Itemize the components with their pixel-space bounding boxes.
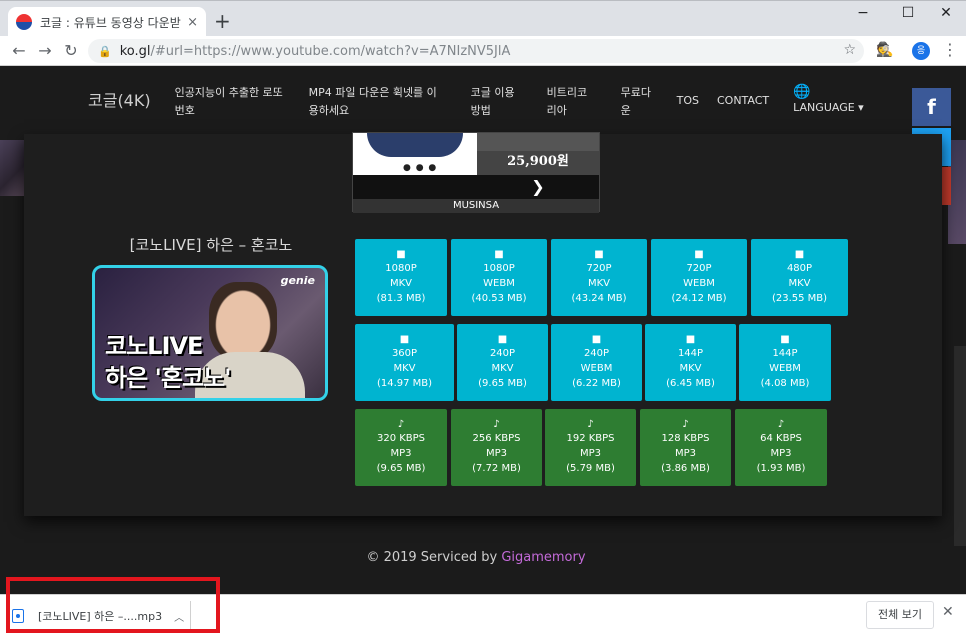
- web-page: 코글(4K) 인공지능이 추출한 로또 번호 MP4 파일 다운은 휙넷를 이용…: [0, 66, 966, 594]
- download-button-240p-webm[interactable]: ■ 240P WEBM (6.22 MB): [551, 324, 642, 401]
- tab-title: 코글 : 유튜브 동영상 다운받는법: [40, 15, 181, 30]
- download-button-720p-mkv[interactable]: ■ 720P MKV (43.24 MB): [551, 239, 647, 316]
- language-label: LANGUAGE ▾: [793, 101, 864, 114]
- thumb-caption-line2: 하은 '혼코노': [105, 364, 231, 392]
- minimize-button[interactable]: −: [848, 5, 878, 21]
- download-button-1080p-mkv[interactable]: ■ 1080P MKV (81.3 MB): [355, 239, 447, 316]
- video-camera-icon: ■: [396, 249, 406, 260]
- tab-strip: 코글 : 유튜브 동영상 다운받는법 × + − ☐ ✕: [0, 0, 966, 37]
- profile-avatar[interactable]: 응: [912, 42, 930, 60]
- shirt-image: [367, 133, 463, 157]
- globe-icon: 🌐: [793, 84, 811, 100]
- download-button-144p-webm[interactable]: ■ 144P WEBM (4.08 MB): [739, 324, 831, 401]
- music-note-icon: ♪: [493, 419, 500, 430]
- menu-kebab-icon[interactable]: ⋮: [942, 40, 958, 59]
- nav-tos[interactable]: TOS: [677, 84, 699, 118]
- video-camera-icon: ■: [594, 249, 604, 260]
- download-button-64kbps-mp3[interactable]: ♪ 64 KBPS MP3 (1.93 MB): [735, 409, 827, 486]
- nav-free-download[interactable]: 무료다운: [621, 84, 653, 120]
- video-camera-icon: ■: [497, 334, 508, 345]
- download-button-1080p-webm[interactable]: ■ 1080P WEBM (40.53 MB): [451, 239, 547, 316]
- download-button-320kbps-mp3[interactable]: ♪ 320 KBPS MP3 (9.65 MB): [355, 409, 447, 486]
- download-button-128kbps-mp3[interactable]: ♪ 128 KBPS MP3 (3.86 MB): [640, 409, 731, 486]
- video-camera-icon: ■: [794, 249, 805, 260]
- ad-price: 25,900원: [507, 154, 569, 169]
- forward-arrow-icon[interactable]: →: [32, 41, 58, 60]
- maximize-button[interactable]: ☐: [893, 5, 923, 21]
- nav-lotto[interactable]: 인공지능이 추출한 로또 번호: [175, 84, 285, 120]
- musinsa-ad[interactable]: ● ● ● 25,900원 ❯ MUSINSA: [352, 132, 600, 213]
- music-note-icon: ♪: [777, 419, 785, 430]
- korea-flag-favicon-icon: [16, 14, 32, 30]
- download-button-192kbps-mp3[interactable]: ♪ 192 KBPS MP3 (5.79 MB): [545, 409, 636, 486]
- music-note-icon: ♪: [587, 419, 594, 430]
- video-camera-icon: ■: [780, 334, 790, 345]
- show-all-downloads-button[interactable]: 전체 보기: [866, 601, 934, 629]
- site-navbar: 코글(4K) 인공지능이 추출한 로또 번호 MP4 파일 다운은 휙넷를 이용…: [88, 84, 868, 124]
- url-host: ko.gl: [119, 43, 151, 59]
- video-thumbnail[interactable]: genie 코노LIVE 하은 '혼코노': [92, 265, 328, 401]
- nav-contact[interactable]: CONTACT: [717, 84, 769, 118]
- video-camera-icon: ■: [591, 334, 602, 345]
- ad-product-price-box[interactable]: 25,900원: [477, 133, 599, 175]
- video-camera-icon: ■: [685, 334, 696, 345]
- new-tab-button[interactable]: +: [214, 10, 231, 32]
- nav-bitrikorea[interactable]: 비트리코리아: [547, 84, 597, 120]
- download-button-144p-mkv[interactable]: ■ 144P MKV (6.45 MB): [645, 324, 736, 401]
- language-dropdown[interactable]: 🌐 LANGUAGE ▾: [793, 84, 864, 116]
- ad-product-image[interactable]: ● ● ●: [353, 133, 477, 175]
- incognito-extension-icon[interactable]: 🕵: [876, 42, 893, 58]
- singer-face: [209, 282, 277, 360]
- music-note-icon: ♪: [682, 419, 689, 430]
- bookmark-star-icon[interactable]: ☆: [843, 42, 856, 58]
- video-camera-icon: ■: [494, 249, 504, 260]
- nav-how-to-use[interactable]: 코글 이용 방법: [471, 84, 523, 120]
- background-image-left: [0, 140, 26, 196]
- download-button-720p-webm[interactable]: ■ 720P WEBM (24.12 MB): [651, 239, 747, 316]
- gigamemory-link[interactable]: Gigamemory: [501, 550, 585, 565]
- url-path: /#url=https://www.youtube.com/watch?v=A7…: [150, 43, 511, 59]
- highlight-box: [6, 577, 220, 633]
- video-title: [코노LIVE] 하은 – 혼코노: [129, 236, 293, 254]
- genie-logo: genie: [280, 274, 315, 287]
- download-button-256kbps-mp3[interactable]: ♪ 256 KBPS MP3 (7.72 MB): [451, 409, 542, 486]
- carousel-dots: ● ● ●: [403, 163, 438, 173]
- site-brand[interactable]: 코글(4K): [88, 84, 151, 118]
- reload-icon[interactable]: ↻: [58, 41, 84, 60]
- tab-close-icon[interactable]: ×: [187, 15, 198, 30]
- ad-nav-left: [353, 175, 477, 199]
- download-button-480p-mkv[interactable]: ■ 480P MKV (23.55 MB): [751, 239, 848, 316]
- back-arrow-icon[interactable]: ←: [6, 41, 32, 60]
- nav-mp4-download[interactable]: MP4 파일 다운은 휙넷를 이용하세요: [309, 84, 447, 120]
- ad-next-arrow-icon[interactable]: ❯: [477, 175, 599, 199]
- footer: © 2019 Serviced by Gigamemory: [0, 550, 952, 565]
- thumb-caption-line1: 코노LIVE: [105, 332, 203, 360]
- download-button-360p-mkv[interactable]: ■ 360P MKV (14.97 MB): [355, 324, 454, 401]
- music-note-icon: ♪: [397, 419, 405, 430]
- video-camera-icon: ■: [399, 334, 410, 345]
- footer-copyright: © 2019 Serviced by: [366, 550, 502, 565]
- facebook-share-button[interactable]: f: [912, 88, 951, 126]
- lock-icon: 🔒: [98, 44, 112, 58]
- close-shelf-icon[interactable]: ✕: [942, 604, 954, 620]
- page-scrollbar[interactable]: [954, 346, 966, 546]
- download-button-240p-mkv[interactable]: ■ 240P MKV (9.65 MB): [457, 324, 548, 401]
- browser-toolbar: ← → ↻ 🔒 ko.gl /#url=https://www.youtube.…: [0, 36, 966, 66]
- ad-brand: MUSINSA: [353, 199, 599, 213]
- close-window-button[interactable]: ✕: [931, 5, 961, 21]
- address-bar[interactable]: 🔒 ko.gl /#url=https://www.youtube.com/wa…: [88, 39, 864, 63]
- video-camera-icon: ■: [694, 249, 704, 260]
- browser-tab[interactable]: 코글 : 유튜브 동영상 다운받는법 ×: [8, 7, 206, 37]
